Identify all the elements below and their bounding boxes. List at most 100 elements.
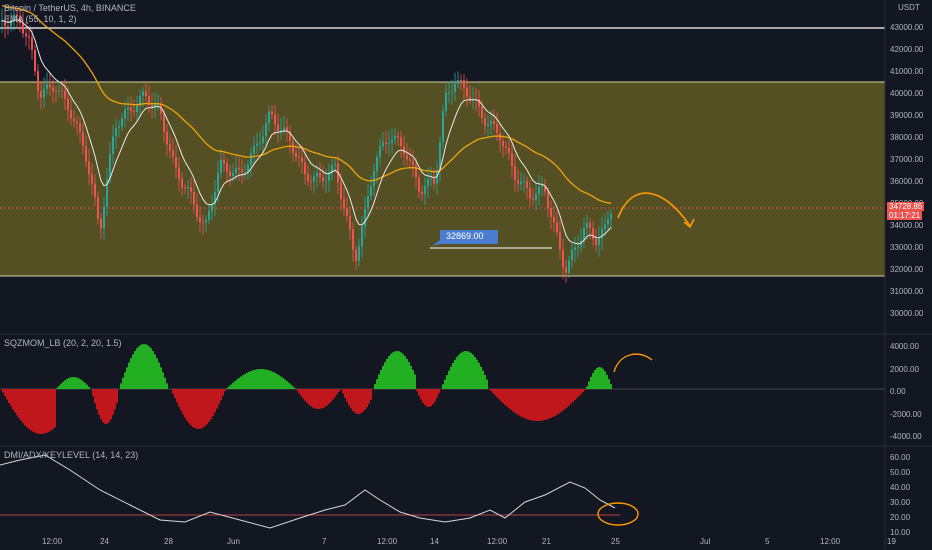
candle-body xyxy=(307,174,309,182)
histogram-bar xyxy=(86,384,88,389)
histogram-bar xyxy=(608,379,610,389)
candle-body xyxy=(376,156,378,172)
histogram-bar xyxy=(228,386,230,389)
candle-body xyxy=(250,153,252,166)
candle-body xyxy=(103,206,105,229)
time-tick: 7 xyxy=(322,537,327,546)
candle-body xyxy=(28,36,30,38)
histogram-bar xyxy=(348,389,350,406)
histogram-bar xyxy=(172,389,174,394)
histogram-bar xyxy=(584,389,586,391)
candle-body xyxy=(502,140,504,147)
candle-body xyxy=(223,159,225,164)
histogram-bar xyxy=(564,389,566,410)
histogram-bar xyxy=(224,389,226,392)
histogram-bar xyxy=(240,376,242,389)
histogram-bar xyxy=(68,377,70,389)
candle-body xyxy=(529,187,531,199)
histogram-bar xyxy=(286,381,288,389)
ema-legend[interactable]: EMA (55, 10, 1, 2) xyxy=(4,14,77,24)
axis-tick: 30.00 xyxy=(890,498,911,507)
histogram-bar xyxy=(96,389,98,410)
histogram-bar xyxy=(14,389,16,413)
candle-body xyxy=(136,105,138,112)
candle-body xyxy=(184,187,186,189)
histogram-bar xyxy=(374,384,376,389)
histogram-bar xyxy=(508,389,510,409)
candle-body xyxy=(559,232,561,250)
candle-body xyxy=(82,131,84,147)
histogram-bar xyxy=(200,389,202,429)
histogram-bar xyxy=(212,389,214,417)
histogram-bar xyxy=(110,389,112,420)
candle-body xyxy=(211,204,213,211)
candle-body xyxy=(550,207,552,217)
histogram-bar xyxy=(250,370,252,389)
histogram-bar xyxy=(302,389,304,399)
candle-body xyxy=(490,121,492,125)
candle-body xyxy=(43,88,45,98)
candle-body xyxy=(127,107,129,110)
histogram-bar xyxy=(560,389,562,413)
candle-body xyxy=(334,163,336,166)
dmi-pane[interactable] xyxy=(0,454,639,529)
candle-body xyxy=(220,159,222,174)
histogram-bar xyxy=(222,389,224,396)
candle-body xyxy=(118,126,120,128)
candle-body xyxy=(460,80,462,82)
candle-body xyxy=(496,123,498,134)
candle-body xyxy=(7,26,9,28)
histogram-bar xyxy=(320,389,322,409)
candle-body xyxy=(196,204,198,218)
histogram-bar xyxy=(478,362,480,389)
histogram-bar xyxy=(190,389,192,426)
dmi-legend[interactable]: DMI/ADX/KEYLEVEL (14, 14, 23) xyxy=(4,450,138,460)
histogram-bar xyxy=(156,358,158,389)
histogram-bar xyxy=(582,389,584,393)
histogram-bar xyxy=(8,389,10,403)
symbol-title[interactable]: Bitcoin / TetherUS, 4h, BINANCE xyxy=(4,3,136,13)
histogram-bar xyxy=(216,389,218,409)
histogram-bar xyxy=(520,389,522,417)
histogram-bar xyxy=(360,389,362,414)
time-tick: 5 xyxy=(765,537,770,546)
time-tick: 12:00 xyxy=(42,537,63,546)
histogram-bar xyxy=(434,389,436,402)
histogram-bar xyxy=(480,366,482,389)
candle-body xyxy=(217,173,219,192)
histogram-bar xyxy=(578,389,580,397)
countdown-tag: 01:17:21 xyxy=(887,211,923,220)
candle-body xyxy=(115,127,117,137)
histogram-bar xyxy=(432,389,434,405)
histogram-bar xyxy=(512,389,514,412)
histogram-bar xyxy=(248,371,250,389)
histogram-bar xyxy=(74,377,76,389)
axis-tick: 20.00 xyxy=(890,513,911,522)
histogram-bar xyxy=(32,389,34,432)
price-pane[interactable] xyxy=(0,4,885,283)
histogram-bar xyxy=(136,348,138,389)
candle-body xyxy=(505,146,507,148)
trading-chart[interactable] xyxy=(0,0,932,550)
histogram-bar xyxy=(540,389,542,421)
histogram-bar xyxy=(28,389,30,430)
candle-body xyxy=(571,250,573,261)
histogram-bar xyxy=(60,383,62,389)
momentum-legend[interactable]: SQZMOM_LB (20, 2, 20, 1.5) xyxy=(4,338,122,348)
candle-body xyxy=(235,168,237,174)
histogram-bar xyxy=(422,389,424,403)
currency-label: USDT xyxy=(898,3,920,12)
histogram-bar xyxy=(254,369,256,389)
histogram-bar xyxy=(558,389,560,414)
histogram-bar xyxy=(272,371,274,389)
time-tick: 12:00 xyxy=(377,537,398,546)
histogram-bar xyxy=(158,362,160,389)
histogram-bar xyxy=(162,372,164,389)
axis-tick: 42000.00 xyxy=(890,45,924,54)
histogram-bar xyxy=(150,348,152,389)
momentum-pane[interactable] xyxy=(0,344,885,434)
histogram-bar xyxy=(350,389,352,409)
histogram-bar xyxy=(330,389,332,402)
histogram-bar xyxy=(464,351,466,389)
candle-body xyxy=(607,219,609,225)
